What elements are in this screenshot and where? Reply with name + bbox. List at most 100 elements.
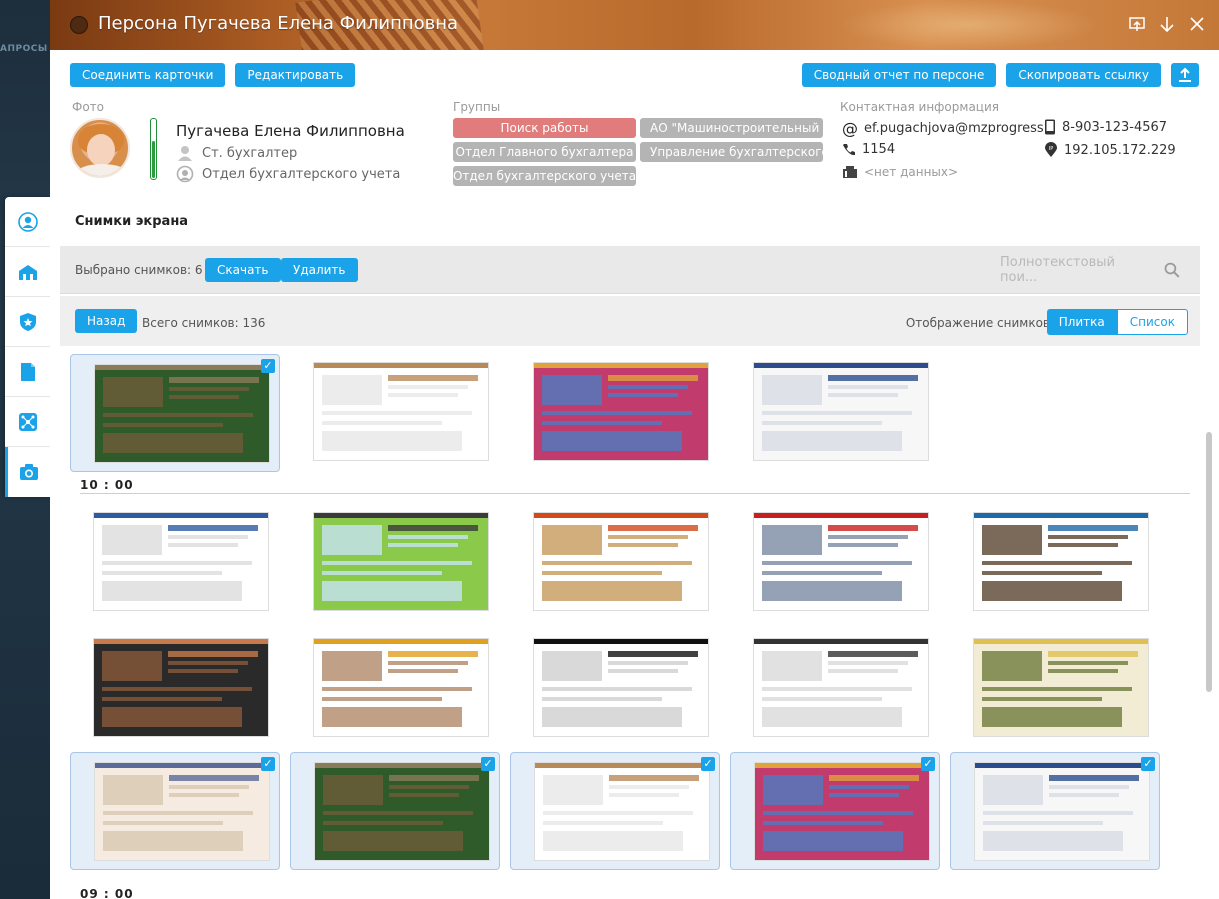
list-mode-button[interactable]: Список [1116, 309, 1188, 335]
screenshot-card[interactable]: ✓ [950, 752, 1160, 870]
screenshot-thumbnail[interactable] [313, 512, 489, 611]
copy-link-button[interactable]: Скопировать ссылку [1006, 63, 1161, 87]
group-chip[interactable]: Отдел Главного бухгалтера [453, 142, 636, 162]
screenshot-card[interactable] [730, 354, 940, 461]
screenshot-gallery: 10 : 00 09 : 00 ✓ ✓ ✓ ✓ ✓ ✓ [60, 348, 1200, 899]
screenshot-thumbnail[interactable] [534, 762, 710, 861]
screenshot-card[interactable]: ✓ [70, 354, 280, 472]
screenshot-thumbnail[interactable] [94, 762, 270, 861]
screenshot-thumbnail[interactable] [753, 638, 929, 737]
department-line: Отдел бухгалтерского учета [176, 165, 400, 183]
screenshot-card[interactable] [950, 630, 1160, 737]
screenshot-thumbnail[interactable] [93, 512, 269, 611]
time-group-label: 10 : 00 [80, 478, 134, 492]
svg-text:IP: IP [1049, 146, 1054, 152]
screenshot-card[interactable] [730, 630, 940, 737]
background-label: АПРОСЫ [0, 44, 48, 54]
selected-check-icon[interactable]: ✓ [261, 757, 275, 771]
group-chip[interactable]: АО "Машиностроительный з... [640, 118, 823, 138]
screenshot-thumbnail[interactable] [533, 638, 709, 737]
selected-check-icon[interactable]: ✓ [481, 757, 495, 771]
group-chip[interactable]: Отдел бухгалтерского учета [453, 166, 636, 186]
selected-check-icon[interactable]: ✓ [261, 359, 275, 373]
nav-organization[interactable] [5, 247, 50, 297]
screenshot-thumbnail[interactable] [753, 512, 929, 611]
screenshot-card[interactable] [70, 630, 280, 737]
selected-check-icon[interactable]: ✓ [1141, 757, 1155, 771]
position-text: Ст. бухгалтер [202, 145, 298, 161]
screenshot-card[interactable] [70, 504, 280, 611]
window-title: Персона Пугачева Елена Филипповна [98, 13, 459, 34]
avatar [70, 118, 130, 178]
screenshot-card[interactable] [510, 630, 720, 737]
screenshot-card[interactable]: ✓ [730, 752, 940, 870]
pin-window-icon[interactable] [1127, 14, 1147, 34]
screenshot-card[interactable] [290, 354, 500, 461]
screenshot-thumbnail[interactable] [753, 362, 929, 461]
screenshot-thumbnail[interactable] [314, 762, 490, 861]
screenshot-card[interactable]: ✓ [510, 752, 720, 870]
ip-contact[interactable]: IP 192.105.172.229 [1044, 142, 1176, 158]
person-window: Персона Пугачева Елена Филипповна Соедин… [50, 0, 1219, 899]
screenshot-thumbnail[interactable] [533, 512, 709, 611]
screenshot-card[interactable] [950, 504, 1160, 611]
nav-screenshots[interactable] [5, 447, 50, 497]
screenshot-card[interactable] [730, 504, 940, 611]
nav-relations[interactable] [5, 397, 50, 447]
screenshot-card[interactable]: ✓ [290, 752, 500, 870]
screenshot-thumbnail[interactable] [533, 362, 709, 461]
email-text: ef.pugachjova@mzprogress... [864, 121, 1057, 136]
groups-label: Группы [453, 100, 501, 114]
nav-person[interactable] [5, 197, 50, 247]
toolbar: Соединить карточки Редактировать Сводный… [70, 63, 1199, 89]
screenshot-thumbnail[interactable] [973, 512, 1149, 611]
screenshot-card[interactable]: ✓ [70, 752, 280, 870]
upload-icon [1179, 67, 1191, 82]
nav-security[interactable] [5, 297, 50, 347]
selection-bar: Выбрано снимков: 6 Скачать Удалить Полно… [60, 246, 1200, 294]
screenshot-thumbnail[interactable] [754, 762, 930, 861]
person-info: Фото Пугачева Елена Филипповна Ст. бухга… [70, 100, 1199, 190]
camera-icon [20, 464, 38, 480]
search-input[interactable]: Полнотекстовый пои... [1000, 255, 1154, 285]
delete-button[interactable]: Удалить [281, 258, 358, 282]
group-chip[interactable]: Управление бухгалтерского ... [640, 142, 823, 162]
window-controls [1127, 14, 1207, 34]
merge-cards-button[interactable]: Соединить карточки [70, 63, 226, 87]
screenshot-card[interactable] [510, 504, 720, 611]
tile-mode-button[interactable]: Плитка [1046, 309, 1117, 335]
phone-ext-contact[interactable]: 1154 [842, 142, 895, 157]
screenshot-thumbnail[interactable] [93, 638, 269, 737]
screenshot-thumbnail[interactable] [974, 762, 1150, 861]
download-button[interactable]: Скачать [205, 258, 281, 282]
screenshot-card[interactable] [290, 504, 500, 611]
person-name: Пугачева Елена Филипповна [176, 122, 405, 140]
email-contact[interactable]: @ ef.pugachjova@mzprogress... [842, 119, 1056, 138]
screenshot-thumbnail[interactable] [313, 638, 489, 737]
screenshot-thumbnail[interactable] [94, 364, 270, 463]
email-icon: @ [842, 119, 858, 138]
mobile-contact[interactable]: 8-903-123-4567 [1044, 119, 1167, 135]
back-button[interactable]: Назад [75, 309, 138, 333]
fax-contact: <нет данных> [842, 165, 958, 179]
screenshot-thumbnail[interactable] [313, 362, 489, 461]
group-chip[interactable]: Поиск работы [453, 118, 636, 138]
gallery-scrollbar[interactable] [1205, 352, 1213, 899]
position-line: Ст. бухгалтер [176, 144, 297, 162]
fulltext-search[interactable]: Полнотекстовый пои... [1000, 255, 1180, 285]
edit-button[interactable]: Редактировать [235, 63, 356, 87]
search-icon[interactable] [1164, 262, 1180, 278]
screenshot-card[interactable] [290, 630, 500, 737]
fax-icon [843, 166, 857, 178]
person-report-button[interactable]: Сводный отчет по персоне [801, 63, 997, 87]
minimize-icon[interactable] [1157, 14, 1177, 34]
close-icon[interactable] [1187, 14, 1207, 34]
selected-check-icon[interactable]: ✓ [921, 757, 935, 771]
nav-documents[interactable] [5, 347, 50, 397]
upload-button[interactable] [1171, 63, 1199, 87]
screenshot-card[interactable] [510, 354, 720, 461]
total-count: Всего снимков: 136 [142, 316, 266, 330]
selected-check-icon[interactable]: ✓ [701, 757, 715, 771]
screenshot-thumbnail[interactable] [973, 638, 1149, 737]
display-mode-label: Отображение снимков [905, 316, 1050, 330]
